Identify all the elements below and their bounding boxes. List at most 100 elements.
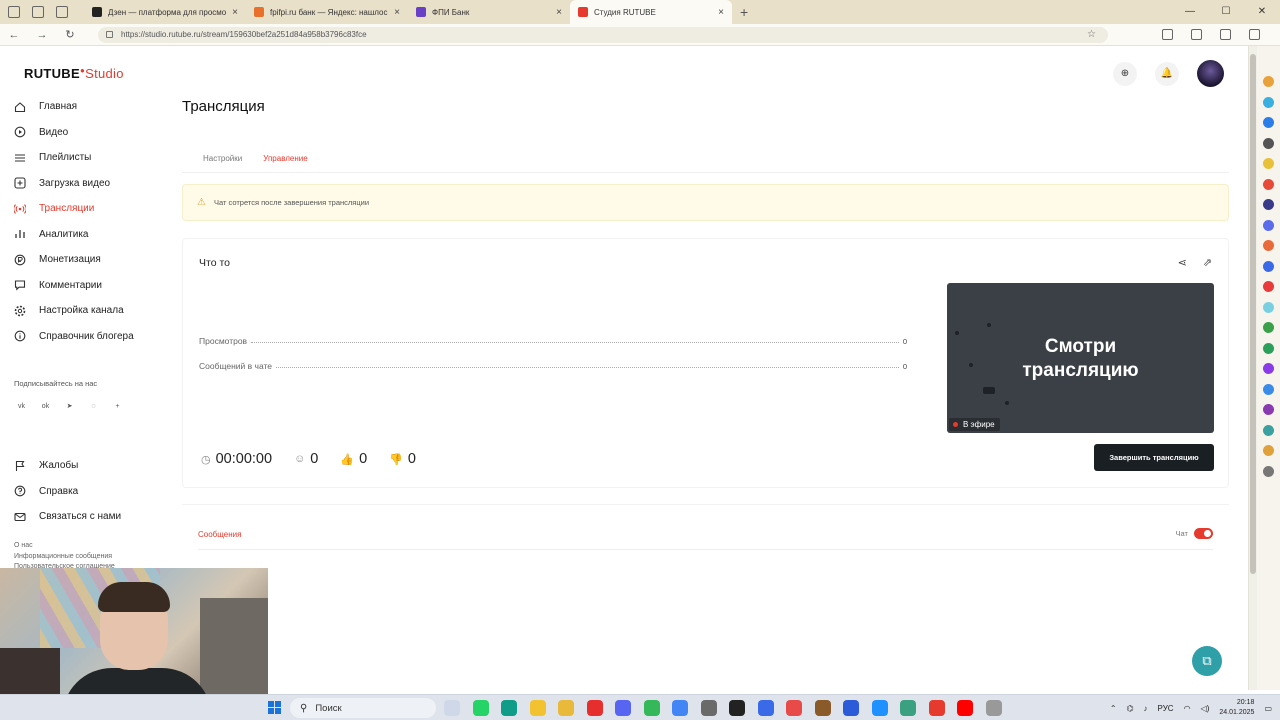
side-settings-icon[interactable]	[1263, 465, 1274, 477]
side-app-icon[interactable]	[1263, 383, 1274, 395]
minimize-button[interactable]: —	[1172, 0, 1208, 24]
rutube-studio-logo[interactable]: RUTUBE●Studio	[24, 66, 124, 81]
scrollbar-thumb[interactable]	[1250, 54, 1256, 574]
side-app-icon[interactable]	[1263, 424, 1274, 436]
reload-icon[interactable]: ↻	[56, 28, 84, 41]
side-app-icon[interactable]	[1263, 445, 1274, 456]
video-player-icon[interactable]	[957, 700, 973, 716]
footer-link-info[interactable]: Информационные сообщения	[14, 552, 115, 563]
tab-control[interactable]: Управление	[263, 154, 307, 163]
page-scrollbar[interactable]	[1249, 46, 1257, 690]
recorder-icon[interactable]	[786, 700, 802, 716]
back-arrow-icon[interactable]: ←	[0, 29, 28, 41]
tab-settings[interactable]: Настройки	[203, 154, 242, 163]
sidebar-item-channel-settings[interactable]: Настройка канала	[14, 298, 164, 324]
tab-actions-icon[interactable]	[56, 6, 68, 18]
word-icon[interactable]	[843, 700, 859, 716]
file-explorer-icon[interactable]	[529, 700, 546, 716]
end-broadcast-button[interactable]: Завершить трансляцию	[1094, 444, 1214, 471]
profile-icon[interactable]	[8, 6, 20, 18]
browser-tab-rutube-studio[interactable]: Студия RUTUBE ×	[570, 0, 732, 24]
side-app-icon[interactable]	[1263, 137, 1274, 149]
side-app-icon[interactable]	[1263, 281, 1274, 292]
telegram-app-icon[interactable]	[871, 700, 888, 716]
side-app-icon[interactable]	[1263, 178, 1274, 190]
keyboard-language[interactable]: РУС	[1158, 704, 1174, 713]
add-content-button[interactable]: ⊕	[1113, 61, 1137, 86]
sidebar-item-analytics[interactable]: Аналитика	[14, 222, 164, 248]
tab-messages[interactable]: Сообщения	[198, 530, 241, 539]
side-app-icon[interactable]	[1263, 404, 1274, 415]
ok-icon[interactable]: ok	[38, 399, 53, 413]
side-app-icon[interactable]	[1263, 363, 1274, 374]
taskbar-search[interactable]: ⚲ Поиск	[290, 698, 436, 718]
taskbar-clock[interactable]: 20:18 24.01.2025	[1219, 698, 1254, 718]
side-app-icon[interactable]	[1263, 96, 1274, 108]
browser-tab-dzen[interactable]: Дзен — платформа для просмо ×	[84, 0, 246, 24]
url-field[interactable]: https://studio.rutube.ru/stream/159630be…	[98, 27, 1108, 43]
close-tab-icon[interactable]: ×	[394, 7, 400, 18]
sidebar-item-video[interactable]: Видео	[14, 120, 164, 146]
workspaces-icon[interactable]	[32, 6, 44, 18]
sidebar-item-upload[interactable]: Загрузка видео	[14, 171, 164, 197]
notifications-bell-icon[interactable]: 🔔	[1155, 61, 1179, 86]
yandex-browser-icon[interactable]	[558, 700, 574, 716]
browser-tab-yandex[interactable]: fpifpi.ru банк — Яндекс: нашлос ×	[246, 0, 408, 24]
viber-icon[interactable]: ◌	[86, 399, 101, 413]
new-tab-button[interactable]: +	[732, 4, 748, 20]
edge-browser-icon[interactable]	[501, 700, 517, 716]
notifications-icon[interactable]: ▭	[1264, 704, 1272, 713]
sidebar-item-help[interactable]: Справка	[14, 479, 164, 505]
support-chat-button[interactable]: ⧉	[1192, 646, 1222, 676]
more-socials-icon[interactable]: +	[110, 399, 125, 413]
sidebar-item-blogger-guide[interactable]: Справочник блогера	[14, 324, 164, 350]
open-external-icon[interactable]: ⇗	[1203, 256, 1212, 269]
sidebar-item-monetization[interactable]: Монетизация	[14, 247, 164, 273]
store-icon[interactable]	[700, 700, 717, 716]
collections-icon[interactable]	[1220, 29, 1231, 40]
side-app-icon[interactable]	[1263, 117, 1274, 128]
side-app-icon[interactable]	[1263, 260, 1274, 272]
side-app-icon[interactable]	[1263, 240, 1274, 251]
sidebar-item-home[interactable]: Главная	[14, 94, 164, 120]
avatar[interactable]	[1197, 60, 1224, 87]
forward-arrow-icon[interactable]: →	[28, 29, 56, 41]
youtube-icon[interactable]	[586, 700, 603, 716]
reading-view-icon[interactable]	[1162, 29, 1173, 40]
archive-icon[interactable]	[814, 700, 831, 716]
close-tab-icon[interactable]: ×	[232, 7, 238, 18]
side-app-icon[interactable]	[1263, 301, 1274, 313]
close-tab-icon[interactable]: ×	[718, 7, 724, 18]
stream-preview[interactable]: Смотри трансляцию В эфире	[947, 283, 1214, 433]
footer-link-about[interactable]: О нас	[14, 541, 115, 552]
sidebar-item-contact[interactable]: Связаться с нами	[14, 504, 164, 530]
browser-menu-icon[interactable]	[1249, 29, 1260, 40]
windows-start-icon[interactable]	[268, 701, 281, 714]
side-app-icon[interactable]	[1263, 322, 1274, 333]
tray-mic-icon[interactable]: ♪	[1144, 704, 1148, 713]
tray-chevron-icon[interactable]: ⌃	[1110, 704, 1117, 713]
chat-switch[interactable]	[1194, 528, 1213, 539]
sidebar-item-comments[interactable]: Комментарии	[14, 273, 164, 299]
close-window-button[interactable]: ✕	[1244, 0, 1280, 24]
side-app-icon[interactable]	[1263, 158, 1274, 169]
vk-icon[interactable]: vk	[14, 399, 29, 413]
sidebar-item-complaints[interactable]: Жалобы	[14, 453, 164, 479]
side-app-icon[interactable]	[1263, 219, 1274, 231]
chat-toggle[interactable]: Чат	[1176, 528, 1213, 539]
share-icon[interactable]: ⋖	[1178, 256, 1187, 269]
rutube-app-icon[interactable]	[729, 700, 745, 716]
tray-wifi-icon[interactable]: ◠	[1184, 704, 1191, 713]
maximize-button[interactable]: ☐	[1208, 0, 1244, 24]
tray-volume-icon[interactable]: ◁)	[1201, 704, 1210, 713]
extensions-icon[interactable]	[1191, 29, 1202, 40]
side-app-icon[interactable]	[1263, 342, 1274, 354]
sheets-icon[interactable]	[900, 700, 916, 716]
browser-tab-fpi-bank[interactable]: ФПИ Банк ×	[408, 0, 570, 24]
side-app-icon[interactable]	[1263, 76, 1274, 87]
phone-app-icon[interactable]	[643, 700, 660, 716]
opera-icon[interactable]	[928, 700, 945, 716]
chrome-icon[interactable]	[672, 700, 688, 716]
discord-icon[interactable]	[615, 700, 631, 716]
close-tab-icon[interactable]: ×	[556, 7, 562, 18]
